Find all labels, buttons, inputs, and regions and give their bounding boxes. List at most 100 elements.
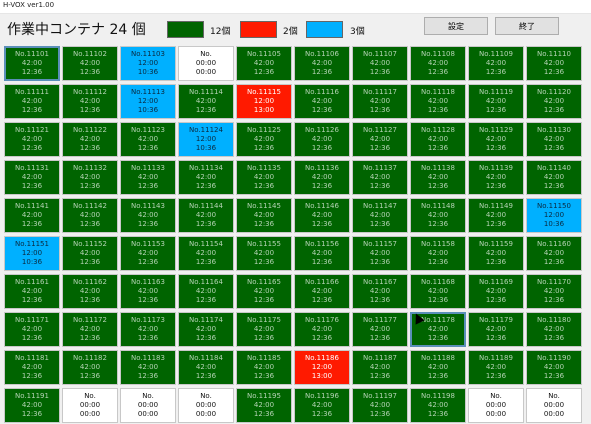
container-tile[interactable]: No.11125 42:00 12:36 [236, 122, 292, 157]
container-tile[interactable]: No.11151 12:00 10:36 [4, 236, 60, 271]
container-tile[interactable]: No.11161 42:00 12:36 [4, 274, 60, 309]
container-tile[interactable]: No.11174 42:00 12:36 [178, 312, 234, 347]
container-tile[interactable]: No.11184 42:00 12:36 [178, 350, 234, 385]
container-tile[interactable]: No.11120 42:00 12:36 [526, 84, 582, 119]
container-tile[interactable]: No. 00:00 00:00 [178, 388, 234, 423]
container-tile[interactable]: No.11109 42:00 12:36 [468, 46, 524, 81]
container-tile[interactable]: No.11195 42:00 12:36 [236, 388, 292, 423]
container-tile[interactable]: No.11181 42:00 12:36 [4, 350, 60, 385]
container-tile[interactable]: No.11180 42:00 12:36 [526, 312, 582, 347]
container-tile[interactable]: No.11165 42:00 12:36 [236, 274, 292, 309]
container-tile[interactable]: No.11146 42:00 12:36 [294, 198, 350, 233]
container-tile[interactable]: No.11128 42:00 12:36 [410, 122, 466, 157]
container-tile[interactable]: No.11188 42:00 12:36 [410, 350, 466, 385]
container-tile[interactable]: No.11119 42:00 12:36 [468, 84, 524, 119]
container-tile[interactable]: No.11190 42:00 12:36 [526, 350, 582, 385]
container-tile[interactable]: No.11132 42:00 12:36 [62, 160, 118, 195]
container-tile[interactable]: No.11145 42:00 12:36 [236, 198, 292, 233]
container-tile[interactable]: No.11110 42:00 12:36 [526, 46, 582, 81]
container-tile[interactable]: No.11124 12:00 10:36 [178, 122, 234, 157]
container-tile[interactable]: No.11115 12:00 13:00 [236, 84, 292, 119]
container-tile[interactable]: No.11198 42:00 12:36 [410, 388, 466, 423]
container-tile[interactable]: No.11117 42:00 12:36 [352, 84, 408, 119]
container-tile[interactable]: No.11197 42:00 12:36 [352, 388, 408, 423]
container-tile[interactable]: No.11114 42:00 12:36 [178, 84, 234, 119]
container-tile[interactable]: No.11147 42:00 12:36 [352, 198, 408, 233]
container-tile[interactable]: No.11133 42:00 12:36 [120, 160, 176, 195]
container-tile[interactable]: No.11155 42:00 12:36 [236, 236, 292, 271]
container-tile[interactable]: No.11138 42:00 12:36 [410, 160, 466, 195]
container-tile[interactable]: No.11185 42:00 12:36 [236, 350, 292, 385]
container-tile[interactable]: No. 00:00 00:00 [468, 388, 524, 423]
container-tile[interactable]: No.11135 42:00 12:36 [236, 160, 292, 195]
container-tile[interactable]: No.11144 42:00 12:36 [178, 198, 234, 233]
container-tile[interactable]: No. 00:00 00:00 [178, 46, 234, 81]
container-tile[interactable]: No.11140 42:00 12:36 [526, 160, 582, 195]
container-tile[interactable]: No.11139 42:00 12:36 [468, 160, 524, 195]
container-tile[interactable]: No.11103 12:00 10:36 [120, 46, 176, 81]
container-tile[interactable]: No.11122 42:00 12:36 [62, 122, 118, 157]
container-tile[interactable]: No.11187 42:00 12:36 [352, 350, 408, 385]
container-tile[interactable]: No.11107 42:00 12:36 [352, 46, 408, 81]
container-tile[interactable]: No.11179 42:00 12:36 [468, 312, 524, 347]
container-tile[interactable]: No.11123 42:00 12:36 [120, 122, 176, 157]
container-tile[interactable]: No.11183 42:00 12:36 [120, 350, 176, 385]
container-tile[interactable]: No.11175 42:00 12:36 [236, 312, 292, 347]
container-tile[interactable]: No.11182 42:00 12:36 [62, 350, 118, 385]
container-tile[interactable]: No. 00:00 00:00 [526, 388, 582, 423]
container-tile[interactable]: No.11126 42:00 12:36 [294, 122, 350, 157]
container-tile[interactable]: No.11163 42:00 12:36 [120, 274, 176, 309]
container-tile[interactable]: No.11105 42:00 12:36 [236, 46, 292, 81]
exit-button[interactable]: 終了 [495, 17, 559, 35]
container-tile[interactable]: No.11129 42:00 12:36 [468, 122, 524, 157]
container-tile[interactable]: No.11141 42:00 12:36 [4, 198, 60, 233]
container-tile[interactable]: No.11173 42:00 12:36 [120, 312, 176, 347]
container-tile[interactable]: No.11160 42:00 12:36 [526, 236, 582, 271]
container-tile[interactable]: No.11150 12:00 10:36 [526, 198, 582, 233]
container-tile[interactable]: No.11112 42:00 12:36 [62, 84, 118, 119]
container-tile[interactable]: No.11196 42:00 12:36 [294, 388, 350, 423]
container-tile[interactable]: No.11157 42:00 12:36 [352, 236, 408, 271]
container-tile[interactable]: No.11148 42:00 12:36 [410, 198, 466, 233]
container-tile[interactable]: No.11158 42:00 12:36 [410, 236, 466, 271]
container-tile[interactable]: No.11152 42:00 12:36 [62, 236, 118, 271]
container-tile[interactable]: No.11156 42:00 12:36 [294, 236, 350, 271]
container-tile[interactable]: No.11130 42:00 12:36 [526, 122, 582, 157]
container-tile[interactable]: No.11149 42:00 12:36 [468, 198, 524, 233]
container-tile[interactable]: No.11102 42:00 12:36 [62, 46, 118, 81]
container-tile[interactable]: No.11101 42:00 12:36 [4, 46, 60, 81]
container-tile[interactable]: No.11121 42:00 12:36 [4, 122, 60, 157]
container-tile[interactable]: No.11172 42:00 12:36 [62, 312, 118, 347]
container-tile[interactable]: No.11169 42:00 12:36 [468, 274, 524, 309]
container-tile[interactable]: No.11191 42:00 12:36 [4, 388, 60, 423]
container-tile[interactable]: No.11189 42:00 12:36 [468, 350, 524, 385]
container-tile[interactable]: No.11118 42:00 12:36 [410, 84, 466, 119]
container-tile[interactable]: No.11162 42:00 12:36 [62, 274, 118, 309]
container-tile[interactable]: No.11186 12:00 13:00 [294, 350, 350, 385]
container-tile[interactable]: No.11143 42:00 12:36 [120, 198, 176, 233]
container-tile[interactable]: No.11176 42:00 12:36 [294, 312, 350, 347]
container-tile[interactable]: No.11106 42:00 12:36 [294, 46, 350, 81]
container-tile[interactable]: No. 00:00 00:00 [120, 388, 176, 423]
container-tile[interactable]: No.11171 42:00 12:36 [4, 312, 60, 347]
container-tile[interactable]: No.11168 42:00 12:36 [410, 274, 466, 309]
container-tile[interactable]: No.11131 42:00 12:36 [4, 160, 60, 195]
container-tile[interactable]: No.11153 42:00 12:36 [120, 236, 176, 271]
container-tile[interactable]: No.11136 42:00 12:36 [294, 160, 350, 195]
container-tile[interactable]: No.11134 42:00 12:36 [178, 160, 234, 195]
container-tile[interactable]: No.11142 42:00 12:36 [62, 198, 118, 233]
container-tile[interactable]: No.11166 42:00 12:36 [294, 274, 350, 309]
container-tile[interactable]: No.11154 42:00 12:36 [178, 236, 234, 271]
container-tile[interactable]: No.11111 42:00 12:36 [4, 84, 60, 119]
container-tile[interactable]: No.11137 42:00 12:36 [352, 160, 408, 195]
container-tile[interactable]: No.11164 42:00 12:36 [178, 274, 234, 309]
container-tile[interactable]: No.11167 42:00 12:36 [352, 274, 408, 309]
container-tile[interactable]: No. 00:00 00:00 [62, 388, 118, 423]
settings-button[interactable]: 設定 [424, 17, 488, 35]
container-tile[interactable]: No.11177 42:00 12:36 [352, 312, 408, 347]
container-tile[interactable]: No.11113 12:00 10:36 [120, 84, 176, 119]
container-tile[interactable]: No.11170 42:00 12:36 [526, 274, 582, 309]
container-tile[interactable]: No.11127 42:00 12:36 [352, 122, 408, 157]
container-tile[interactable]: No.11108 42:00 12:36 [410, 46, 466, 81]
container-tile[interactable]: No.11159 42:00 12:36 [468, 236, 524, 271]
